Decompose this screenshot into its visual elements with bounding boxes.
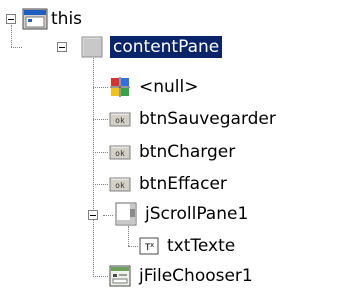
svg-text:ok: ok [115,149,125,158]
tree-connector [93,276,108,277]
file-chooser-icon [109,265,131,287]
tree-node-label: btnEffacer [139,174,227,194]
tree-connector [103,215,113,216]
tree-node-label: jScrollPane1 [145,204,249,224]
svg-text:ok: ok [115,181,125,190]
scroll-pane-icon [115,202,137,226]
tree-node-content-pane[interactable]: contentPane [80,33,223,61]
layout-grid-icon [110,77,130,97]
tree-node-btn-effacer[interactable]: ok btnEffacer [108,170,230,198]
tree-node-btn-sauvegarder[interactable]: ok btnSauvegarder [108,105,279,133]
tree-node-label: txtTexte [167,236,236,256]
tree-connector [93,87,108,88]
button-icon: ok [109,112,131,127]
collapse-toggle-content-pane[interactable] [57,42,67,52]
tree-connector [93,56,94,277]
collapse-toggle-scroll-pane[interactable] [88,210,98,220]
tree-connector [11,25,12,47]
tree-connector [93,184,108,185]
tree-node-null-layout[interactable]: <null> [108,73,201,101]
tree-connector [128,246,138,247]
panel-icon [81,36,103,58]
text-area-icon: T x [139,237,159,255]
tree-connector [128,226,129,246]
frame-icon [22,8,48,30]
tree-node-label: this [51,9,83,29]
tree-node-scroll-pane[interactable]: jScrollPane1 [114,200,251,228]
button-icon: ok [109,145,131,160]
tree-connector [93,152,108,153]
tree-connector [11,47,22,48]
tree-node-this[interactable]: this [22,5,85,33]
button-icon: ok [109,177,131,192]
tree-node-label: jFileChooser1 [139,266,253,286]
tree-node-txt-texte[interactable]: T x txtTexte [138,232,238,260]
component-tree: this contentPane <null> ok btnSauvegarde… [0,0,338,298]
tree-node-file-chooser[interactable]: jFileChooser1 [108,262,256,290]
collapse-toggle-root[interactable] [6,14,16,24]
tree-node-label: contentPane [110,36,223,58]
svg-text:x: x [150,241,154,249]
tree-node-btn-charger[interactable]: ok btnCharger [108,138,238,166]
svg-text:ok: ok [115,116,125,125]
tree-node-label: btnSauvegarder [139,109,276,129]
tree-node-label: btnCharger [139,142,236,162]
tree-connector [93,119,108,120]
tree-node-label: <null> [139,77,199,97]
